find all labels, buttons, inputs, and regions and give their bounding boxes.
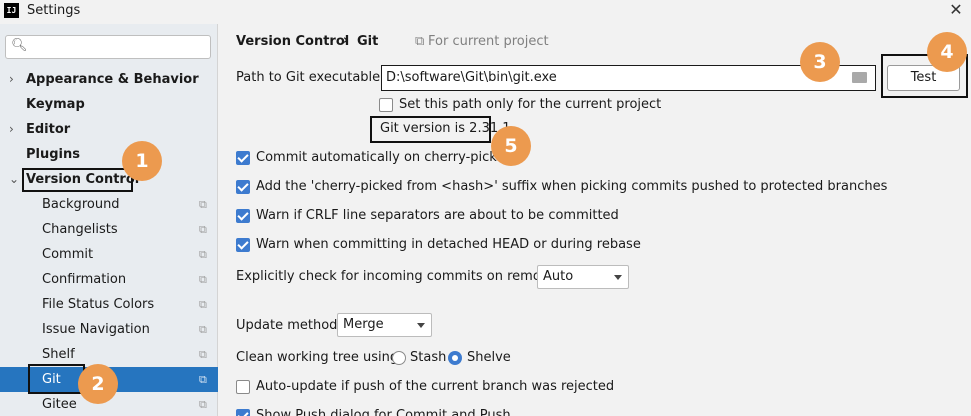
incoming-value: Auto: [543, 269, 574, 284]
sidebar-item-label: Editor: [26, 122, 71, 137]
option-checkbox[interactable]: [236, 209, 250, 223]
callout-badge-5: 5: [491, 126, 531, 166]
annotation-frame-version: [370, 116, 491, 143]
option-checkbox[interactable]: [236, 151, 250, 165]
window-title: Settings: [27, 3, 81, 18]
chevron-right-icon[interactable]: ›: [9, 67, 14, 92]
show-push-label: Show Push dialog for Commit and Push: [256, 408, 511, 416]
git-path-value: D:\software\Git\bin\git.exe: [386, 70, 557, 85]
sidebar-item-commit[interactable]: Commit ⧉: [0, 242, 218, 267]
option-label: Warn if CRLF line separators are about t…: [256, 208, 619, 223]
option-label: Warn when committing in detached HEAD or…: [256, 237, 641, 252]
show-push-checkbox[interactable]: [236, 409, 250, 416]
option-label: Commit automatically on cherry-pick: [256, 150, 497, 165]
project-scope-icon: ⧉: [199, 323, 207, 336]
sidebar-item-label: Background: [42, 197, 120, 212]
stash-label: Stash: [410, 350, 447, 365]
project-scope-icon: ⧉: [199, 248, 207, 261]
project-scope-icon: ⧉: [199, 198, 207, 211]
callout-badge-3: 3: [800, 42, 840, 82]
sidebar-item-changelists[interactable]: Changelists ⧉: [0, 217, 218, 242]
callout-badge-4: 4: [927, 32, 967, 72]
breadcrumb-parent[interactable]: Version Control: [236, 34, 349, 49]
shelve-radio[interactable]: [448, 351, 462, 365]
annotation-frame-git: [28, 364, 85, 394]
intellij-logo-icon: IJ: [4, 3, 19, 18]
update-method-select[interactable]: Merge: [337, 313, 432, 337]
current-project-label: Set this path only for the current proje…: [399, 97, 662, 112]
settings-sidebar: 🔍︎ › Appearance & Behavior Keymap › Edit…: [0, 24, 218, 416]
sidebar-item-background[interactable]: Background ⧉: [0, 192, 218, 217]
auto-update-checkbox[interactable]: [236, 380, 250, 394]
project-scope-icon: ⧉: [415, 34, 425, 49]
search-icon: 🔍︎: [11, 38, 28, 53]
sidebar-item-file-status-colors[interactable]: File Status Colors ⧉: [0, 292, 218, 317]
current-project-checkbox[interactable]: [379, 98, 393, 112]
folder-icon[interactable]: [852, 72, 867, 83]
sidebar-item-label: Plugins: [26, 147, 80, 162]
annotation-frame-version-control: [22, 168, 133, 192]
clean-tree-label: Clean working tree using:: [236, 350, 403, 365]
sidebar-item-confirmation[interactable]: Confirmation ⧉: [0, 267, 218, 292]
sidebar-item-label: Keymap: [26, 97, 85, 112]
close-icon[interactable]: ✕: [948, 1, 964, 19]
sidebar-item-label: Commit: [42, 247, 94, 262]
option-checkbox[interactable]: [236, 180, 250, 194]
title-bar: IJ Settings ✕: [0, 0, 971, 24]
project-scope-icon: ⧉: [199, 348, 207, 361]
chevron-down-icon[interactable]: ⌄: [9, 167, 19, 192]
scope-label: For current project: [428, 34, 549, 49]
sidebar-item-label: Appearance & Behavior: [26, 72, 199, 87]
stash-radio[interactable]: [392, 351, 406, 365]
chevron-right-icon[interactable]: ›: [9, 117, 14, 142]
auto-update-label: Auto-update if push of the current branc…: [256, 379, 615, 394]
dropdown-arrow-icon: [417, 323, 425, 328]
sidebar-item-label: Changelists: [42, 222, 118, 237]
sidebar-item-label: Gitee: [42, 397, 77, 412]
update-method-value: Merge: [343, 317, 384, 332]
breadcrumb-separator: ›: [343, 33, 349, 48]
sidebar-item-label: Confirmation: [42, 272, 127, 287]
project-scope-icon: ⧉: [199, 273, 207, 286]
project-scope-icon: ⧉: [199, 298, 207, 311]
search-input[interactable]: 🔍︎: [5, 35, 211, 59]
sidebar-item-appearance-behavior[interactable]: › Appearance & Behavior: [0, 67, 218, 92]
incoming-label: Explicitly check for incoming commits on…: [236, 269, 566, 284]
sidebar-item-plugins[interactable]: Plugins: [0, 142, 218, 167]
incoming-select[interactable]: Auto: [537, 265, 629, 289]
callout-badge-2: 2: [78, 364, 118, 404]
project-scope-icon: ⧉: [199, 373, 207, 386]
project-scope-icon: ⧉: [199, 223, 207, 236]
path-label: Path to Git executable:: [236, 70, 385, 85]
project-scope-icon: ⧉: [199, 398, 207, 411]
shelve-label: Shelve: [467, 350, 511, 365]
dropdown-arrow-icon: [614, 275, 622, 280]
sidebar-item-editor[interactable]: › Editor: [0, 117, 218, 142]
breadcrumb-current: Git: [357, 34, 379, 49]
sidebar-item-label: File Status Colors: [42, 297, 155, 312]
sidebar-item-label: Issue Navigation: [42, 322, 150, 337]
option-checkbox[interactable]: [236, 238, 250, 252]
option-label: Add the 'cherry-picked from <hash>' suff…: [256, 179, 888, 194]
sidebar-item-issue-navigation[interactable]: Issue Navigation ⧉: [0, 317, 218, 342]
update-method-label: Update method:: [236, 318, 342, 333]
callout-badge-1: 1: [122, 141, 162, 181]
sidebar-item-keymap[interactable]: Keymap: [0, 92, 218, 117]
